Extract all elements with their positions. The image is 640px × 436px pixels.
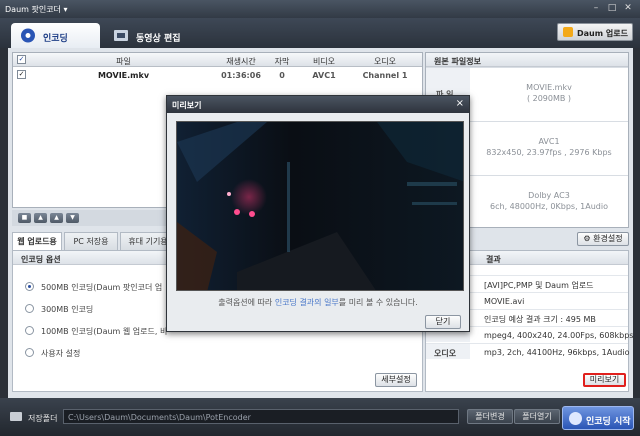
video-frame (177, 122, 463, 290)
preview-dialog-title: 미리보기 (172, 101, 202, 110)
file-list-header: ✓ 파일 재생시간 자막 비디오 오디오 (13, 53, 422, 67)
col-video[interactable]: 비디오 (298, 56, 350, 67)
col-file[interactable]: 파일 (31, 56, 216, 67)
select-all-checkbox[interactable]: ✓ (17, 55, 26, 64)
preview-message: 출력옵션에 따라 인코딩 결과의 일부를 미리 볼 수 있습니다. (218, 298, 418, 307)
preview-close-button[interactable]: 닫기 (425, 315, 461, 329)
row-checkbox[interactable]: ✓ (17, 70, 26, 79)
result-row-audio: 오디오 mp3, 2ch, 44100Hz, 96kbps, 1Audio (426, 343, 630, 359)
radio-button[interactable] (25, 348, 34, 357)
tab-pc-save[interactable]: PC 저장용 (64, 232, 118, 250)
change-folder-button[interactable]: 폴더변경 (467, 409, 513, 424)
preview-button[interactable]: 미리보기 (583, 373, 626, 387)
tab-encoding[interactable]: 인코딩 (11, 23, 100, 48)
save-path-field[interactable]: C:\Users\Daum\Documents\Daum\PotEncoder (63, 409, 459, 424)
preview-dialog-header: 미리보기 × (167, 96, 469, 113)
film-icon (114, 30, 128, 41)
tab-video-edit[interactable]: 동영상 편집 (104, 23, 194, 48)
close-icon[interactable]: × (456, 98, 464, 109)
disc-icon (21, 28, 35, 43)
move-top-icon[interactable]: ▲ (34, 213, 47, 223)
option-custom[interactable]: 사용자 설정 (25, 347, 425, 359)
encode-icon (569, 412, 582, 425)
tab-web-upload[interactable]: 웹 업로드용 (12, 232, 62, 250)
move-down-icon[interactable]: ▼ (66, 213, 79, 223)
detail-settings-button[interactable]: 세부설정 (375, 373, 417, 387)
table-row[interactable]: ✓ MOVIE.mkv 01:36:06 0 AVC1 Channel 1 (13, 68, 422, 82)
start-encoding-button[interactable]: 인코딩 시작 (562, 406, 634, 430)
remove-icon[interactable]: ■ (18, 213, 31, 223)
window-title: Daum 팟인코더 ▾ (5, 5, 68, 14)
source-info-title: 원본 파일정보 (434, 57, 481, 66)
open-folder-button[interactable]: 폴더열기 (514, 409, 560, 424)
col-subtitle[interactable]: 자막 (266, 56, 298, 67)
footer-bar: 저장폴더 C:\Users\Daum\Documents\Daum\PotEnc… (0, 398, 640, 436)
col-duration[interactable]: 재생시간 (216, 56, 266, 67)
preview-dialog: 미리보기 × 출력옵션에 따라 인코딩 결과의 일부를 미리 볼 수 있습니다.… (166, 95, 470, 332)
upload-icon (563, 27, 573, 37)
close-button[interactable]: ✕ (622, 3, 634, 14)
result-title: 결과 (486, 255, 501, 264)
main-tab-bar: 인코딩 동영상 편집 (0, 18, 640, 48)
gear-icon: ⚙ (583, 234, 591, 243)
encoding-options-title: 인코딩 옵션 (21, 255, 61, 264)
folder-icon (10, 412, 22, 421)
minimize-button[interactable]: – (590, 3, 602, 14)
radio-button[interactable] (25, 282, 34, 291)
environment-settings-button[interactable]: ⚙ 환경설정 (577, 232, 629, 246)
title-bar: Daum 팟인코더 ▾ – □ ✕ (0, 0, 640, 18)
radio-button[interactable] (25, 304, 34, 313)
save-folder-label: 저장폴더 (28, 414, 58, 423)
radio-button[interactable] (25, 326, 34, 335)
maximize-button[interactable]: □ (606, 3, 618, 14)
col-audio[interactable]: 오디오 (350, 56, 420, 67)
daum-upload-button[interactable]: Daum 업로드 (557, 23, 633, 41)
preview-video[interactable] (176, 121, 464, 291)
move-up-icon[interactable]: ▲ (50, 213, 63, 223)
